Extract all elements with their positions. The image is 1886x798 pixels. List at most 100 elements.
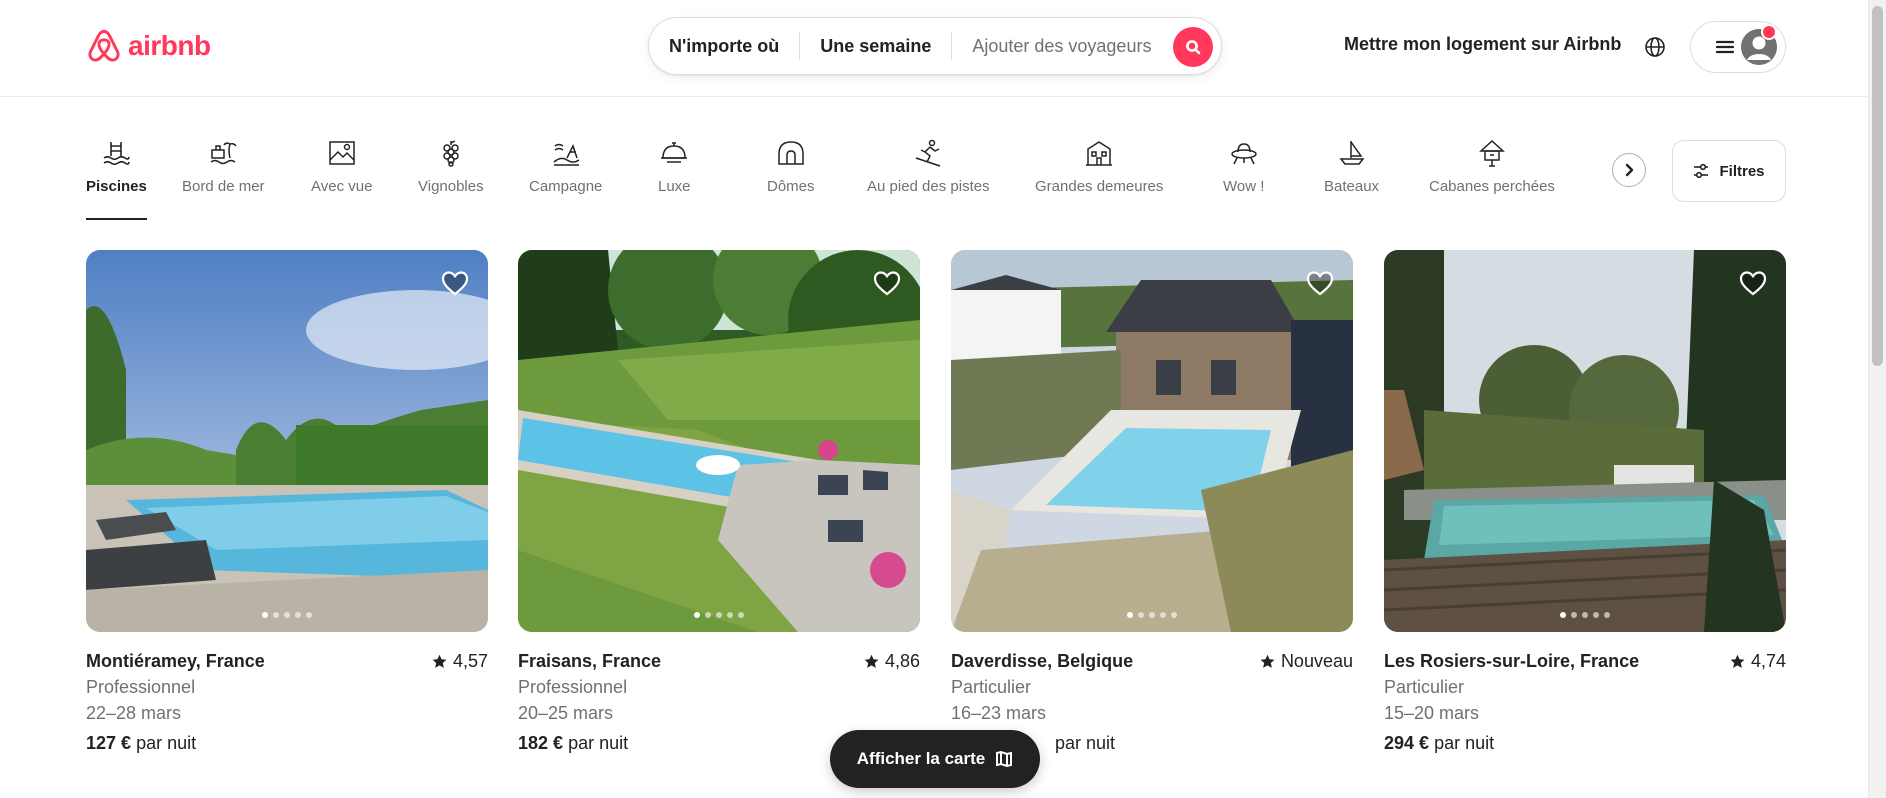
listing-photo-image bbox=[518, 250, 920, 632]
listing-rating: 4,74 bbox=[1730, 648, 1786, 674]
listing-dates: 20–25 mars bbox=[518, 703, 614, 723]
search-when[interactable]: Une semaine bbox=[800, 36, 951, 57]
treehouse-icon bbox=[1479, 139, 1505, 167]
beachfront-icon bbox=[210, 142, 237, 165]
category-label: Vignobles bbox=[418, 178, 484, 195]
filters-label: Filtres bbox=[1719, 162, 1765, 180]
search-bar[interactable]: N'importe où Une semaine Ajouter des voy… bbox=[648, 17, 1222, 75]
category-boats[interactable]: Bateaux bbox=[1324, 138, 1379, 195]
category-label: Bord de mer bbox=[182, 178, 265, 195]
active-category-underline bbox=[86, 218, 147, 220]
category-ski[interactable]: Au pied des pistes bbox=[867, 138, 990, 195]
listing-host-type: Particulier bbox=[951, 677, 1032, 697]
search-button[interactable] bbox=[1173, 27, 1213, 67]
category-bar: Piscines Bord de mer Avec vue Vignobles bbox=[86, 138, 1626, 222]
listing-host-type: Particulier bbox=[1384, 677, 1465, 697]
airbnb-logo-icon bbox=[88, 29, 120, 62]
globe-icon[interactable] bbox=[1644, 36, 1666, 58]
price-suffix: par nuit bbox=[1434, 733, 1495, 753]
ufo-icon bbox=[1230, 143, 1257, 165]
top-header: airbnb N'importe où Une semaine Ajouter … bbox=[0, 0, 1869, 97]
category-label: Piscines bbox=[86, 178, 147, 195]
rating-value: 4,86 bbox=[884, 651, 920, 671]
category-treehouses[interactable]: Cabanes perchées bbox=[1429, 138, 1555, 195]
listing-photo-image bbox=[86, 250, 488, 632]
heart-icon[interactable] bbox=[1738, 268, 1768, 298]
listing-card[interactable]: Daverdisse, Belgique Nouveau Particulier… bbox=[951, 250, 1353, 756]
map-icon bbox=[996, 750, 1013, 768]
listing-photo[interactable] bbox=[86, 250, 488, 632]
search-icon bbox=[1186, 40, 1201, 55]
user-menu-button[interactable] bbox=[1690, 21, 1786, 73]
ski-icon bbox=[916, 139, 941, 167]
listing-dates: 15–20 mars bbox=[1384, 703, 1480, 723]
price-amount: 294 € bbox=[1384, 733, 1430, 753]
star-icon bbox=[864, 654, 879, 668]
rating-value: 4,74 bbox=[1750, 651, 1786, 671]
category-label: Bateaux bbox=[1324, 178, 1380, 195]
category-label: Luxe bbox=[658, 178, 691, 195]
boat-icon bbox=[1338, 141, 1365, 165]
category-luxe[interactable]: Luxe bbox=[658, 138, 691, 195]
category-label: Grandes demeures bbox=[1035, 178, 1164, 195]
category-beachfront[interactable]: Bord de mer bbox=[182, 138, 265, 195]
listing-dates: 16–23 mars bbox=[951, 703, 1047, 723]
photo-carousel-dots bbox=[262, 612, 312, 618]
price-suffix: par nuit bbox=[568, 733, 629, 753]
star-icon bbox=[432, 654, 447, 668]
category-domes[interactable]: Dômes bbox=[767, 138, 815, 195]
heart-icon[interactable] bbox=[1305, 268, 1335, 298]
category-countryside[interactable]: Campagne bbox=[529, 138, 602, 195]
filters-button[interactable]: Filtres bbox=[1672, 140, 1786, 202]
category-label: Dômes bbox=[767, 178, 815, 195]
search-where[interactable]: N'importe où bbox=[649, 36, 799, 57]
photo-carousel-dots bbox=[694, 612, 744, 618]
scrollbar-thumb[interactable] bbox=[1872, 6, 1883, 366]
listing-location: Montiéramey, France bbox=[86, 651, 265, 671]
vineyard-icon bbox=[443, 140, 459, 167]
listing-photo-image bbox=[951, 250, 1353, 632]
category-pools[interactable]: Piscines bbox=[86, 138, 147, 220]
photo-carousel-dots bbox=[1560, 612, 1610, 618]
listing-rating: 4,86 bbox=[864, 648, 920, 674]
category-vineyards[interactable]: Vignobles bbox=[418, 138, 484, 195]
show-map-button[interactable]: Afficher la carte bbox=[830, 730, 1040, 788]
listing-photo-image bbox=[1384, 250, 1786, 632]
category-wow[interactable]: Wow ! bbox=[1223, 138, 1264, 195]
chevron-right-icon bbox=[1625, 163, 1634, 177]
heart-icon[interactable] bbox=[440, 268, 470, 298]
dome-icon bbox=[778, 141, 804, 165]
listing-price: 294 € par nuit bbox=[1384, 730, 1786, 756]
search-guests[interactable]: Ajouter des voyageurs bbox=[952, 36, 1171, 57]
category-label: Campagne bbox=[529, 178, 603, 195]
listing-photo[interactable] bbox=[1384, 250, 1786, 632]
listing-info: Montiéramey, France 4,57 Professionnel 2… bbox=[86, 648, 488, 756]
star-icon bbox=[1730, 654, 1745, 668]
price-suffix: par nuit bbox=[1055, 733, 1116, 753]
view-icon bbox=[328, 141, 355, 165]
category-mansions[interactable]: Grandes demeures bbox=[1035, 138, 1163, 195]
filters-icon bbox=[1694, 163, 1709, 179]
listing-host-type: Professionnel bbox=[518, 677, 628, 697]
logo-text: airbnb bbox=[128, 30, 211, 61]
listing-dates: 22–28 mars bbox=[86, 703, 182, 723]
show-map-label: Afficher la carte bbox=[856, 749, 986, 768]
countryside-icon bbox=[553, 143, 580, 166]
listing-photo[interactable] bbox=[518, 250, 920, 632]
host-your-home-link[interactable]: Mettre mon logement sur Airbnb bbox=[1344, 34, 1621, 55]
heart-icon[interactable] bbox=[872, 268, 902, 298]
star-icon bbox=[1260, 654, 1275, 668]
category-label: Au pied des pistes bbox=[867, 178, 990, 195]
listing-info: Les Rosiers-sur-Loire, France 4,74 Parti… bbox=[1384, 648, 1786, 756]
listing-rating: Nouveau bbox=[1260, 648, 1353, 674]
airbnb-logo[interactable]: airbnb bbox=[86, 26, 211, 66]
listing-price: 127 € par nuit bbox=[86, 730, 488, 756]
listing-card[interactable]: Les Rosiers-sur-Loire, France 4,74 Parti… bbox=[1384, 250, 1786, 756]
page-scrollbar[interactable] bbox=[1868, 0, 1886, 798]
listing-photo[interactable] bbox=[951, 250, 1353, 632]
category-next-button[interactable] bbox=[1612, 153, 1646, 187]
category-view[interactable]: Avec vue bbox=[311, 138, 372, 195]
listing-card[interactable]: Fraisans, France 4,86 Professionnel 20–2… bbox=[518, 250, 920, 756]
luxe-icon bbox=[661, 142, 688, 163]
listing-card[interactable]: Montiéramey, France 4,57 Professionnel 2… bbox=[86, 250, 488, 756]
